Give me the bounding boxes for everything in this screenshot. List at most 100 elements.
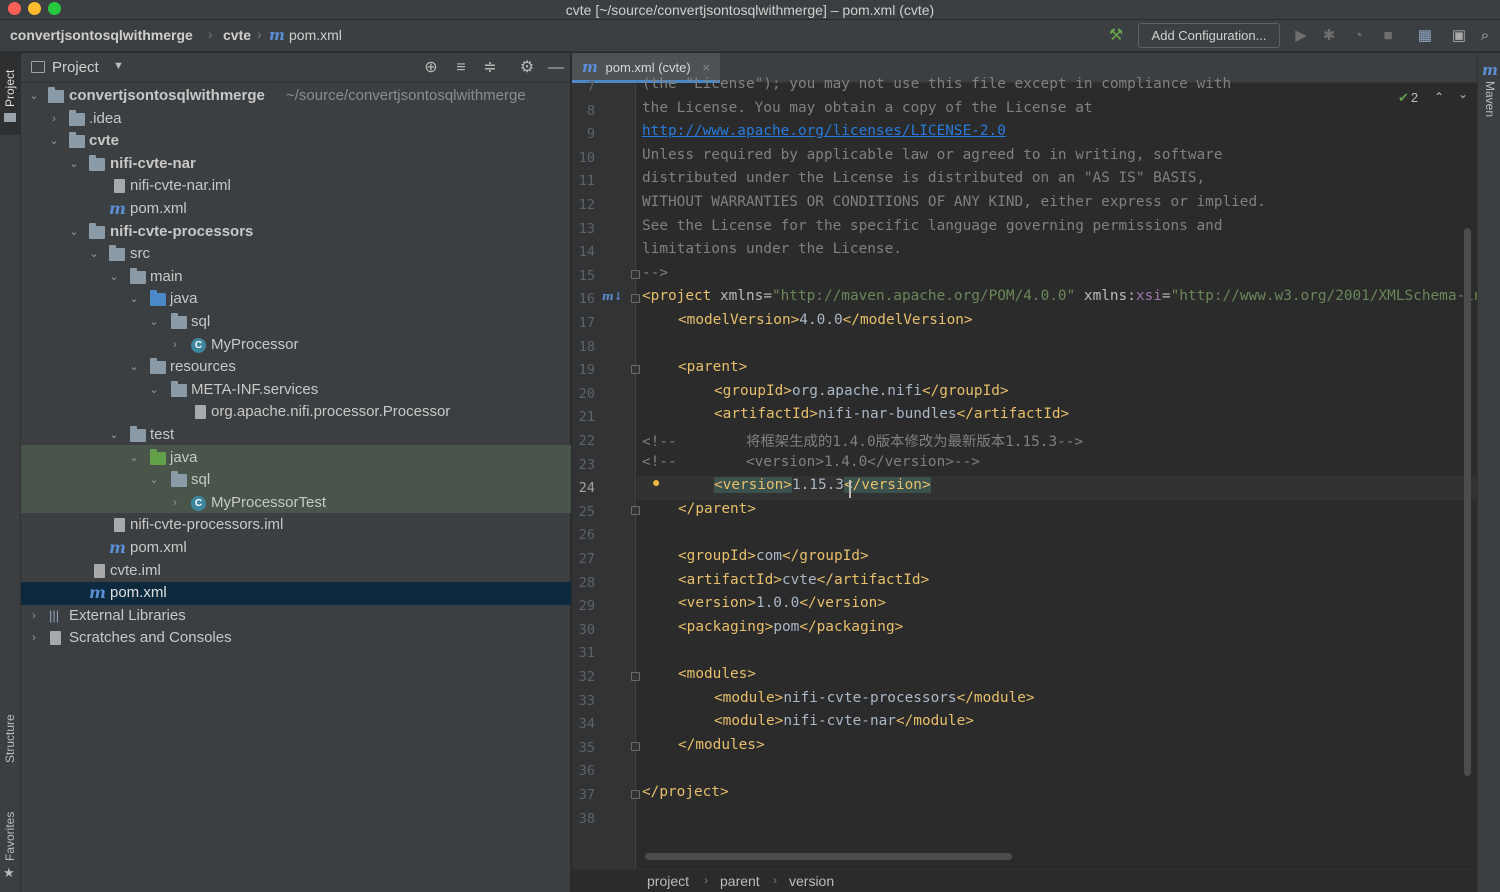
project-structure-icon[interactable]: ▦ [1416,27,1434,45]
tree-row[interactable]: › C MyProcessor [21,334,571,357]
tree-row[interactable]: ⌄ java [21,447,571,470]
code-line-10[interactable]: Unless required by applicable law or agr… [642,147,1222,163]
code-line-34[interactable]: <module>nifi-cvte-nar</module> [714,713,974,729]
tree-row[interactable]: ⌄ cvte [21,130,571,153]
collapse-all-icon[interactable]: ≑ [480,58,500,78]
locate-icon[interactable]: ⊕ [421,58,441,78]
tool-tab-maven[interactable]: Maven [1478,81,1500,117]
tree-row[interactable]: ⌄ nifi-cvte-processors [21,221,571,244]
lightbulb-icon[interactable]: ● [652,474,660,490]
code-line-32[interactable]: <modules> [678,666,756,682]
module-folder-icon [89,154,105,171]
tree-row[interactable]: m pom.xml [21,537,571,560]
code-line-37[interactable]: </project> [642,784,729,800]
nav-crumb-file[interactable]: pom.xml [289,27,342,43]
tree-row[interactable]: › ||| External Libraries [21,605,571,628]
stop-icon[interactable]: ■ [1379,27,1397,45]
tree-row[interactable]: nifi-cvte-nar.iml [21,175,571,198]
code-line-20[interactable]: <groupId>org.apache.nifi</groupId> [714,383,1009,399]
code-line-11[interactable]: distributed under the License is distrib… [642,170,1205,186]
code-line-15[interactable]: --> [642,265,668,281]
code-line-8[interactable]: the License. You may obtain a copy of th… [642,100,1093,116]
code-line-28[interactable]: <artifactId>cvte</artifactId> [678,572,929,588]
code-line-13[interactable]: See the License for the specific languag… [642,218,1222,234]
tree-row[interactable]: org.apache.nifi.processor.Processor [21,401,571,424]
inspection-ok-icon[interactable]: ✔ 2 [1398,90,1418,106]
tree-row[interactable]: › Scratches and Consoles [21,627,571,650]
search-icon[interactable]: ⌕ [1476,27,1494,45]
code-line-17[interactable]: <modelVersion>4.0.0</modelVersion> [678,312,973,328]
run-with-coverage-icon[interactable]: ◔ [1349,27,1367,45]
gear-icon[interactable]: ⚙ [517,58,537,78]
package-icon [171,471,187,488]
tree-row-selected[interactable]: m pom.xml [21,582,571,605]
tree-row[interactable]: nifi-cvte-processors.iml [21,514,571,537]
code-line-29[interactable]: <version>1.0.0</version> [678,595,886,611]
add-configuration-button[interactable]: Add Configuration... [1138,23,1280,48]
chevron-down-icon[interactable]: ⌄ [1458,87,1468,101]
tree-row[interactable]: ⌄ META-INF.services [21,379,571,402]
maven-gutter-icon[interactable]: m↓ [602,290,623,303]
tree-row[interactable]: ⌄ java [21,288,571,311]
code-line-24[interactable]: <version>1.15.3</version> [714,477,931,494]
expand-all-icon[interactable]: ≡ [451,58,471,78]
fold-marker-icon[interactable] [631,270,640,279]
tool-tab-structure[interactable]: Structure [0,703,21,775]
line-number: 20 [578,385,595,402]
tree-row[interactable]: ⌄ resources [21,356,571,379]
fold-marker-icon[interactable] [631,365,640,374]
dropdown-arrow-icon[interactable]: ▼ [113,60,124,72]
tree-row[interactable]: ⌄ sql [21,469,571,492]
code-line-19[interactable]: <parent> [678,359,747,375]
project-view-selector[interactable]: Project [52,59,99,76]
breadcrumb-parent[interactable]: parent [720,873,760,889]
code-line-12[interactable]: WITHOUT WARRANTIES OR CONDITIONS OF ANY … [642,194,1266,210]
class-icon: C [191,495,206,511]
line-number: 37 [578,787,595,803]
code-line-22[interactable]: <!-- 将框架生成的1.4.0版本修改为最新版本1.15.3--> [642,430,1083,451]
fold-marker-icon[interactable] [631,672,640,681]
hide-panel-icon[interactable]: — [546,58,566,78]
fold-marker-icon[interactable] [631,790,640,799]
breadcrumb-project[interactable]: project [647,873,689,889]
code-line-9-link[interactable]: http://www.apache.org/licenses/LICENSE-2… [642,123,1006,139]
code-line-23[interactable]: <!-- <version>1.4.0</version>--> [642,454,980,470]
debug-icon[interactable]: ✱ [1320,27,1338,45]
code-line-14[interactable]: limitations under the License. [642,241,902,257]
tree-row[interactable]: ⌄ src [21,243,571,266]
maven-file-icon: m [109,199,126,218]
code-line-21[interactable]: <artifactId>nifi-nar-bundles</artifactId… [714,406,1069,422]
code-line-25[interactable]: </parent> [678,501,756,517]
tree-row[interactable]: ⌄ sql [21,311,571,334]
fold-marker-icon[interactable] [631,742,640,751]
tool-tab-favorites[interactable]: Favorites [0,803,21,869]
code-line-7[interactable]: (the "License"); you may not use this fi… [642,76,1231,92]
tree-row[interactable]: cvte.iml [21,560,571,583]
nav-crumb-module[interactable]: cvte [223,27,251,43]
nav-crumb-project[interactable]: convertjsontosqlwithmerge [10,27,193,43]
tree-row[interactable]: m pom.xml [21,198,571,221]
fold-marker-icon[interactable] [631,294,640,303]
tree-row[interactable]: ⌄ convertjsontosqlwithmerge ~/source/con… [21,85,571,108]
test-source-folder-icon [150,448,166,465]
run-icon[interactable]: ▶ [1292,27,1310,45]
code-line-16[interactable]: <project xmlns="http://maven.apache.org/… [642,288,1477,304]
tree-row[interactable]: › C MyProcessorTest [21,492,571,515]
fold-marker-icon[interactable] [631,506,640,515]
vertical-scrollbar[interactable] [1464,228,1471,776]
chevron-up-icon[interactable]: ⌃ [1434,90,1444,104]
tree-row[interactable]: › .idea [21,108,571,131]
code-line-33[interactable]: <module>nifi-cvte-processors</module> [714,690,1035,706]
horizontal-scrollbar[interactable] [645,853,1012,860]
breadcrumb-version[interactable]: version [789,873,834,889]
tool-tab-project[interactable]: Project [0,59,21,117]
code-line-27[interactable]: <groupId>com</groupId> [678,548,869,564]
code-line-35[interactable]: </modules> [678,737,765,753]
tree-row[interactable]: ⌄ nifi-cvte-nar [21,153,571,176]
presentation-icon[interactable]: ▣ [1450,27,1468,45]
tree-row[interactable]: ⌄ main [21,266,571,289]
build-hammer-icon[interactable]: ⚒ [1107,27,1125,45]
tree-row[interactable]: ⌄ test [21,424,571,447]
close-tab-icon[interactable]: × [702,60,710,75]
code-line-30[interactable]: <packaging>pom</packaging> [678,619,903,635]
